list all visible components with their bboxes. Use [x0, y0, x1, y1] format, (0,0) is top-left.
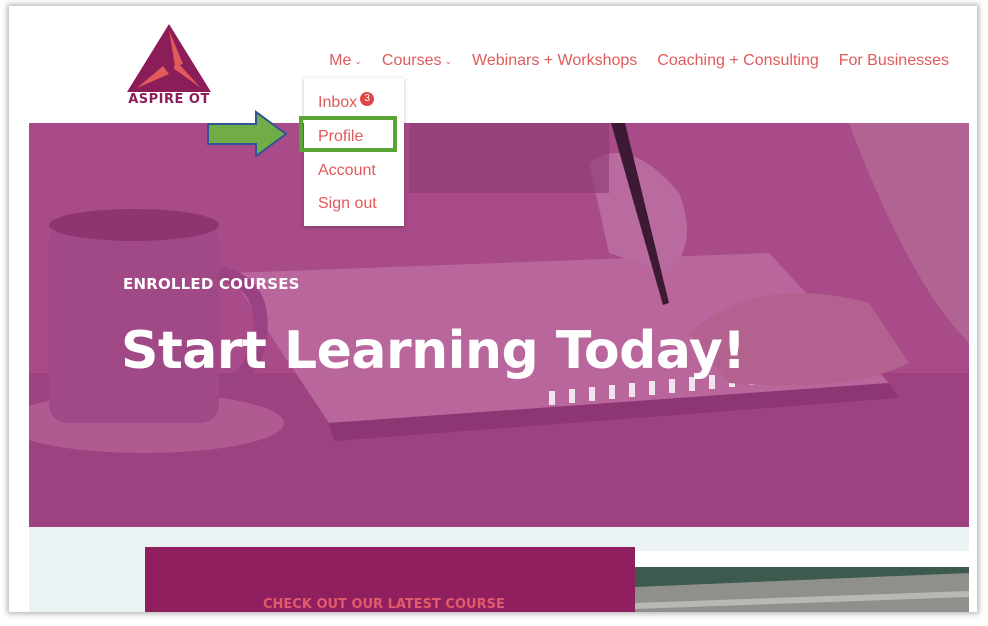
inbox-count-badge: 3 — [360, 92, 375, 106]
menu-item-sign-out[interactable]: Sign out — [318, 195, 377, 213]
me-dropdown-menu: Inbox 3 Profile Account Sign out — [304, 78, 404, 226]
nav-courses-label: Courses — [381, 52, 442, 69]
latest-course-label: CHECK OUT OUR LATEST COURSE — [263, 597, 505, 612]
pointer-arrow-icon — [207, 110, 288, 158]
logo-mark-icon — [127, 24, 211, 92]
course-photo-image — [635, 551, 969, 612]
nav-for-businesses[interactable]: For Businesses — [839, 52, 949, 70]
menu-item-inbox[interactable]: Inbox 3 — [318, 92, 375, 112]
main-nav: Me ⌄ Courses ⌄ Webinars + Workshops Coac… — [329, 52, 949, 70]
chevron-down-icon: ⌄ — [444, 55, 453, 66]
browser-frame: ASPIRE OT Me ⌄ Courses ⌄ Webinars + Work… — [9, 6, 977, 612]
logo-text: ASPIRE OT — [128, 92, 210, 107]
aspire-ot-logo[interactable]: ASPIRE OT — [123, 22, 215, 114]
hero-subtitle: ENROLLED COURSES — [123, 275, 300, 293]
nav-coaching[interactable]: Coaching + Consulting — [657, 52, 818, 70]
hero-banner: ENROLLED COURSES Start Learning Today! — [29, 123, 969, 527]
nav-me[interactable]: Me ⌄ — [329, 52, 362, 70]
menu-item-inbox-label: Inbox — [318, 94, 358, 111]
chevron-down-icon: ⌄ — [354, 55, 362, 66]
hero-title: Start Learning Today! — [121, 321, 746, 381]
nav-webinars[interactable]: Webinars + Workshops — [472, 52, 637, 70]
profile-highlight-box — [299, 116, 397, 152]
menu-item-account[interactable]: Account — [318, 162, 376, 180]
nav-courses[interactable]: Courses ⌄ — [382, 52, 452, 70]
nav-me-label: Me — [329, 52, 352, 69]
course-photo — [635, 551, 969, 612]
